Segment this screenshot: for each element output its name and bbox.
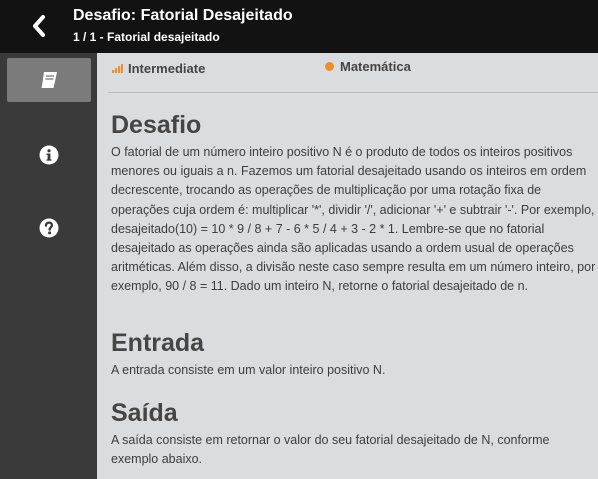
- problem-meta: Intermediate Matemática: [112, 59, 592, 79]
- difficulty-badge: Intermediate: [112, 61, 205, 76]
- difficulty-label: Intermediate: [128, 61, 206, 76]
- sidebar-item-help[interactable]: [7, 206, 91, 250]
- section-body-entrada: A entrada consiste em um valor inteiro p…: [111, 363, 386, 377]
- subject-badge: Matemática: [325, 59, 411, 74]
- section-saida: Saída A saída consiste em retornar o val…: [111, 398, 596, 469]
- page-subtitle: 1 / 1 - Fatorial desajeitado: [73, 30, 220, 44]
- chevron-left-icon: [33, 15, 45, 37]
- book-icon: [41, 72, 57, 88]
- divider: [108, 92, 598, 93]
- signal-bars-icon: [112, 64, 123, 73]
- sidebar: [0, 53, 97, 479]
- section-title-desafio: Desafio: [111, 111, 202, 139]
- page-title: Desafio: Fatorial Desajeitado: [73, 7, 293, 24]
- help-icon: [39, 218, 59, 238]
- sidebar-item-problem[interactable]: [7, 58, 91, 102]
- section-title-entrada: Entrada: [111, 329, 205, 357]
- back-button[interactable]: [22, 10, 56, 42]
- subject-label: Matemática: [340, 59, 411, 74]
- section-body-saida: A saída consiste em retornar o valor do …: [111, 433, 550, 467]
- info-icon: [39, 145, 59, 165]
- sidebar-item-info[interactable]: [7, 133, 91, 177]
- subject-dot-icon: [325, 62, 334, 71]
- section-title-saida: Saída: [111, 399, 178, 427]
- top-bar: Desafio: Fatorial Desajeitado 1 / 1 - Fa…: [0, 0, 598, 53]
- section-desafio: Desafio O fatorial de um número inteiro …: [111, 110, 596, 297]
- problem-content: Intermediate Matemática Desafio O fatori…: [97, 53, 598, 479]
- section-entrada: Entrada A entrada consiste em um valor i…: [111, 328, 596, 380]
- section-body-desafio: O fatorial de um número inteiro positivo…: [111, 145, 596, 294]
